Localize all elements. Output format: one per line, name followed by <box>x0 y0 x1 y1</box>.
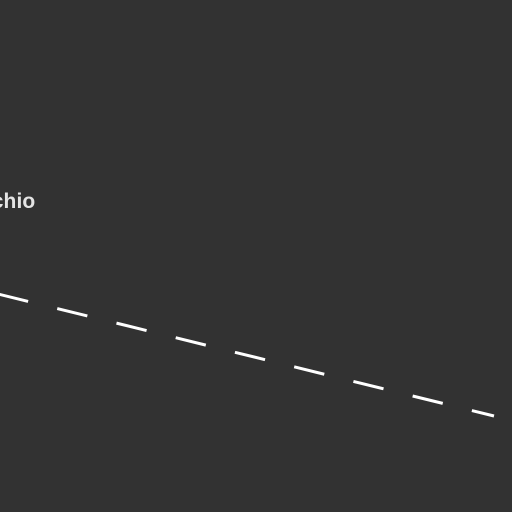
dashed-boundary-line <box>0 292 495 418</box>
place-label: cchio <box>0 190 36 213</box>
map-canvas[interactable]: cchio <box>0 0 512 512</box>
map-overlay <box>0 292 495 418</box>
